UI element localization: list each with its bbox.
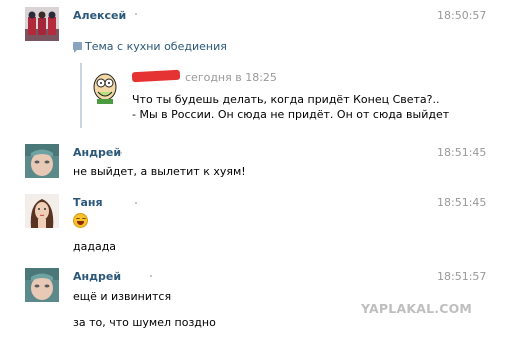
quote-date[interactable]: сегодня в 18:25 [185, 71, 277, 84]
artifact-dot [120, 152, 122, 154]
author-name[interactable]: Андрей [73, 146, 121, 159]
repost-topic-label: Тема с кухни обедиения [85, 40, 227, 53]
author-name[interactable]: Алексей [73, 9, 126, 22]
message-time[interactable]: 18:50:57 [437, 9, 486, 22]
artifact-dot [150, 275, 152, 277]
message-time[interactable]: 18:51:45 [437, 196, 486, 209]
artifact-dot [135, 202, 137, 204]
artifact-dot [135, 13, 137, 15]
author-name[interactable]: Андрей [73, 270, 121, 283]
avatar[interactable] [25, 7, 59, 41]
quote-bar [80, 63, 82, 128]
watermark: YAPLAKAL.COM [361, 301, 473, 316]
quote-line-1: Что ты будешь делать, когда придёт Конец… [132, 93, 440, 106]
comment-icon [73, 42, 82, 53]
message-text: дадада [73, 240, 117, 253]
message-time[interactable]: 18:51:45 [437, 146, 486, 159]
laughing-emoji-icon [73, 213, 88, 228]
message-text-line-2: за то, что шумел поздно [73, 316, 216, 329]
quote-line-2: - Мы в России. Он сюда не придёт. Он от … [132, 108, 450, 121]
avatar[interactable] [25, 268, 59, 302]
repost-header[interactable]: Тема с кухни обедиения [73, 40, 227, 53]
avatar[interactable] [25, 194, 59, 228]
message-text-line-1: ещё и извинится [73, 290, 172, 303]
author-name[interactable]: Таня [73, 196, 103, 209]
quote-avatar[interactable] [88, 70, 122, 104]
redacted-author[interactable] [131, 69, 181, 83]
message-text: не выйдет, а вылетит к хуям! [73, 165, 246, 178]
message-time[interactable]: 18:51:57 [437, 270, 486, 283]
avatar[interactable] [25, 144, 59, 178]
